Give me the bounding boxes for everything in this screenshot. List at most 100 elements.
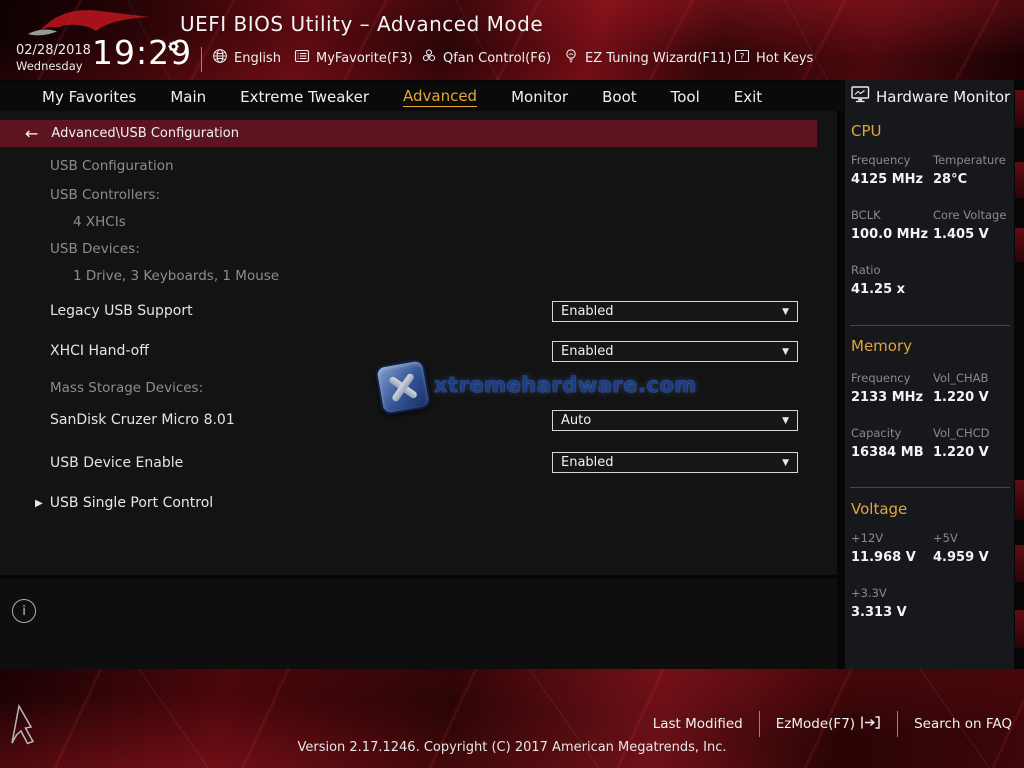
hardware-monitor-panel: Hardware Monitor CPU Frequency 4125 MHz … bbox=[845, 80, 1014, 670]
dropdown-value: Auto bbox=[561, 413, 592, 428]
footer: Last Modified EzMode(F7) Search on FAQ V… bbox=[0, 669, 1024, 768]
stat-label: +3.3V bbox=[851, 586, 887, 600]
tab-my-favorites[interactable]: My Favorites bbox=[42, 88, 136, 106]
usb-controllers-label: USB Controllers: bbox=[50, 187, 160, 203]
stat-label: Vol_CHAB bbox=[933, 371, 989, 385]
tab-main[interactable]: Main bbox=[170, 88, 206, 106]
xhci-handoff-label: XHCI Hand-off bbox=[50, 343, 149, 359]
language-button[interactable]: English bbox=[212, 48, 281, 68]
hardware-monitor-title: Hardware Monitor bbox=[851, 86, 1010, 107]
memory-vol-chab-stat: Vol_CHAB 1.220 V bbox=[933, 371, 989, 405]
stat-value: 4125 MHz bbox=[851, 172, 924, 187]
tab-boot[interactable]: Boot bbox=[602, 88, 637, 106]
cpu-frequency-stat: Frequency 4125 MHz bbox=[851, 153, 923, 187]
xhci-handoff-dropdown[interactable]: Enabled ▼ bbox=[552, 341, 798, 362]
section-divider bbox=[850, 325, 1010, 326]
edge-decoration bbox=[1015, 90, 1024, 128]
legacy-usb-support-dropdown[interactable]: Enabled ▼ bbox=[552, 301, 798, 322]
usb-single-port-control-item[interactable]: ▶ USB Single Port Control bbox=[35, 495, 213, 511]
my-favorite-button[interactable]: MyFavorite(F3) bbox=[294, 48, 413, 68]
main-nav: My Favorites Main Extreme Tweaker Advanc… bbox=[0, 82, 845, 111]
header-divider bbox=[201, 47, 202, 72]
language-label: English bbox=[234, 50, 281, 66]
tab-tool[interactable]: Tool bbox=[671, 88, 700, 106]
date-display: 02/28/2018 Wednesday bbox=[16, 43, 91, 74]
tab-extreme-tweaker[interactable]: Extreme Tweaker bbox=[240, 88, 369, 106]
content-panel: ← Advanced\USB Configuration USB Configu… bbox=[0, 111, 837, 575]
help-panel: i bbox=[0, 578, 837, 669]
memory-frequency-stat: Frequency 2133 MHz bbox=[851, 371, 923, 405]
stat-value: 100.0 MHz bbox=[851, 227, 929, 242]
hot-keys-button[interactable]: ? Hot Keys bbox=[734, 48, 813, 68]
edge-decoration bbox=[1015, 162, 1024, 198]
stat-value: 16384 MB bbox=[851, 445, 924, 460]
stat-value: 4.959 V bbox=[933, 550, 989, 565]
stat-label: BCLK bbox=[851, 208, 881, 222]
stat-label: Frequency bbox=[851, 371, 911, 385]
question-icon: ? bbox=[734, 48, 750, 68]
monitor-icon bbox=[851, 86, 870, 107]
cpu-core-voltage-stat: Core Voltage 1.405 V bbox=[933, 208, 1006, 242]
cpu-temperature-stat: Temperature 28°C bbox=[933, 153, 1006, 187]
stat-label: +5V bbox=[933, 531, 958, 545]
usb-devices-label: USB Devices: bbox=[50, 241, 140, 257]
svg-text:?: ? bbox=[740, 52, 745, 62]
usb-device-enable-dropdown[interactable]: Enabled ▼ bbox=[552, 452, 798, 473]
cpu-section-heading: CPU bbox=[851, 122, 882, 140]
ezmode-label: EzMode(F7) bbox=[775, 716, 856, 732]
qfan-control-button[interactable]: Qfan Control(F6) bbox=[421, 48, 551, 68]
tab-monitor[interactable]: Monitor bbox=[511, 88, 568, 106]
cpu-ratio-stat: Ratio 41.25 x bbox=[851, 263, 905, 297]
usb-configuration-heading: USB Configuration bbox=[50, 158, 174, 174]
voltage-5v-stat: +5V 4.959 V bbox=[933, 531, 989, 565]
ezmode-button[interactable]: EzMode(F7) bbox=[776, 715, 881, 734]
ez-tuning-wizard-button[interactable]: EZ Tuning Wizard(F11) bbox=[563, 48, 731, 68]
dropdown-value: Enabled bbox=[561, 455, 614, 470]
gear-icon[interactable] bbox=[167, 38, 180, 57]
last-modified-button[interactable]: Last Modified bbox=[653, 716, 743, 732]
bulb-icon bbox=[563, 48, 579, 68]
chevron-down-icon: ▼ bbox=[782, 306, 789, 317]
search-faq-label: Search on FAQ bbox=[914, 716, 1012, 732]
stat-label: +12V bbox=[851, 531, 884, 545]
voltage-3-3v-stat: +3.3V 3.313 V bbox=[851, 586, 907, 620]
exit-mode-icon bbox=[860, 715, 881, 734]
list-icon bbox=[294, 48, 310, 68]
tab-exit[interactable]: Exit bbox=[734, 88, 762, 106]
hot-keys-label: Hot Keys bbox=[756, 50, 814, 66]
breadcrumb-path: Advanced\USB Configuration bbox=[51, 126, 239, 141]
search-on-faq-button[interactable]: Search on FAQ bbox=[914, 716, 1012, 732]
stat-label: Ratio bbox=[851, 263, 881, 277]
edge-decoration bbox=[1015, 480, 1024, 520]
dropdown-value: Enabled bbox=[561, 344, 614, 359]
info-icon: i bbox=[12, 599, 36, 623]
breadcrumb[interactable]: ← Advanced\USB Configuration bbox=[0, 120, 817, 147]
back-arrow-icon[interactable]: ← bbox=[25, 125, 38, 142]
version-text: Version 2.17.1246. Copyright (C) 2017 Am… bbox=[297, 740, 727, 755]
stat-label: Vol_CHCD bbox=[933, 426, 990, 440]
chevron-down-icon: ▼ bbox=[782, 457, 789, 468]
weekday-text: Wednesday bbox=[16, 59, 83, 74]
stat-value: 2133 MHz bbox=[851, 390, 924, 405]
sandisk-cruzer-label: SanDisk Cruzer Micro 8.01 bbox=[50, 412, 235, 428]
memory-vol-chcd-stat: Vol_CHCD 1.220 V bbox=[933, 426, 990, 460]
stat-value: 28°C bbox=[933, 172, 968, 187]
edge-decoration bbox=[1015, 228, 1024, 262]
tab-advanced[interactable]: Advanced bbox=[402, 87, 478, 107]
stat-value: 3.313 V bbox=[851, 605, 907, 620]
my-favorite-label: MyFavorite(F3) bbox=[316, 50, 413, 66]
globe-icon bbox=[212, 48, 228, 68]
footer-menu: Last Modified EzMode(F7) Search on FAQ bbox=[653, 711, 1012, 737]
watermark-x-logo bbox=[374, 358, 432, 416]
last-modified-label: Last Modified bbox=[652, 716, 743, 732]
sandisk-cruzer-dropdown[interactable]: Auto ▼ bbox=[552, 410, 798, 431]
memory-capacity-stat: Capacity 16384 MB bbox=[851, 426, 924, 460]
memory-section-heading: Memory bbox=[851, 337, 913, 355]
hardware-monitor-label: Hardware Monitor bbox=[876, 87, 1011, 106]
stat-value: 1.220 V bbox=[933, 445, 989, 460]
chevron-down-icon: ▼ bbox=[782, 346, 789, 357]
usb-devices-value: 1 Drive, 3 Keyboards, 1 Mouse bbox=[73, 268, 280, 284]
stat-value: 41.25 x bbox=[851, 282, 906, 297]
mass-storage-devices-label: Mass Storage Devices: bbox=[50, 380, 204, 396]
stat-label: Core Voltage bbox=[933, 208, 1007, 222]
